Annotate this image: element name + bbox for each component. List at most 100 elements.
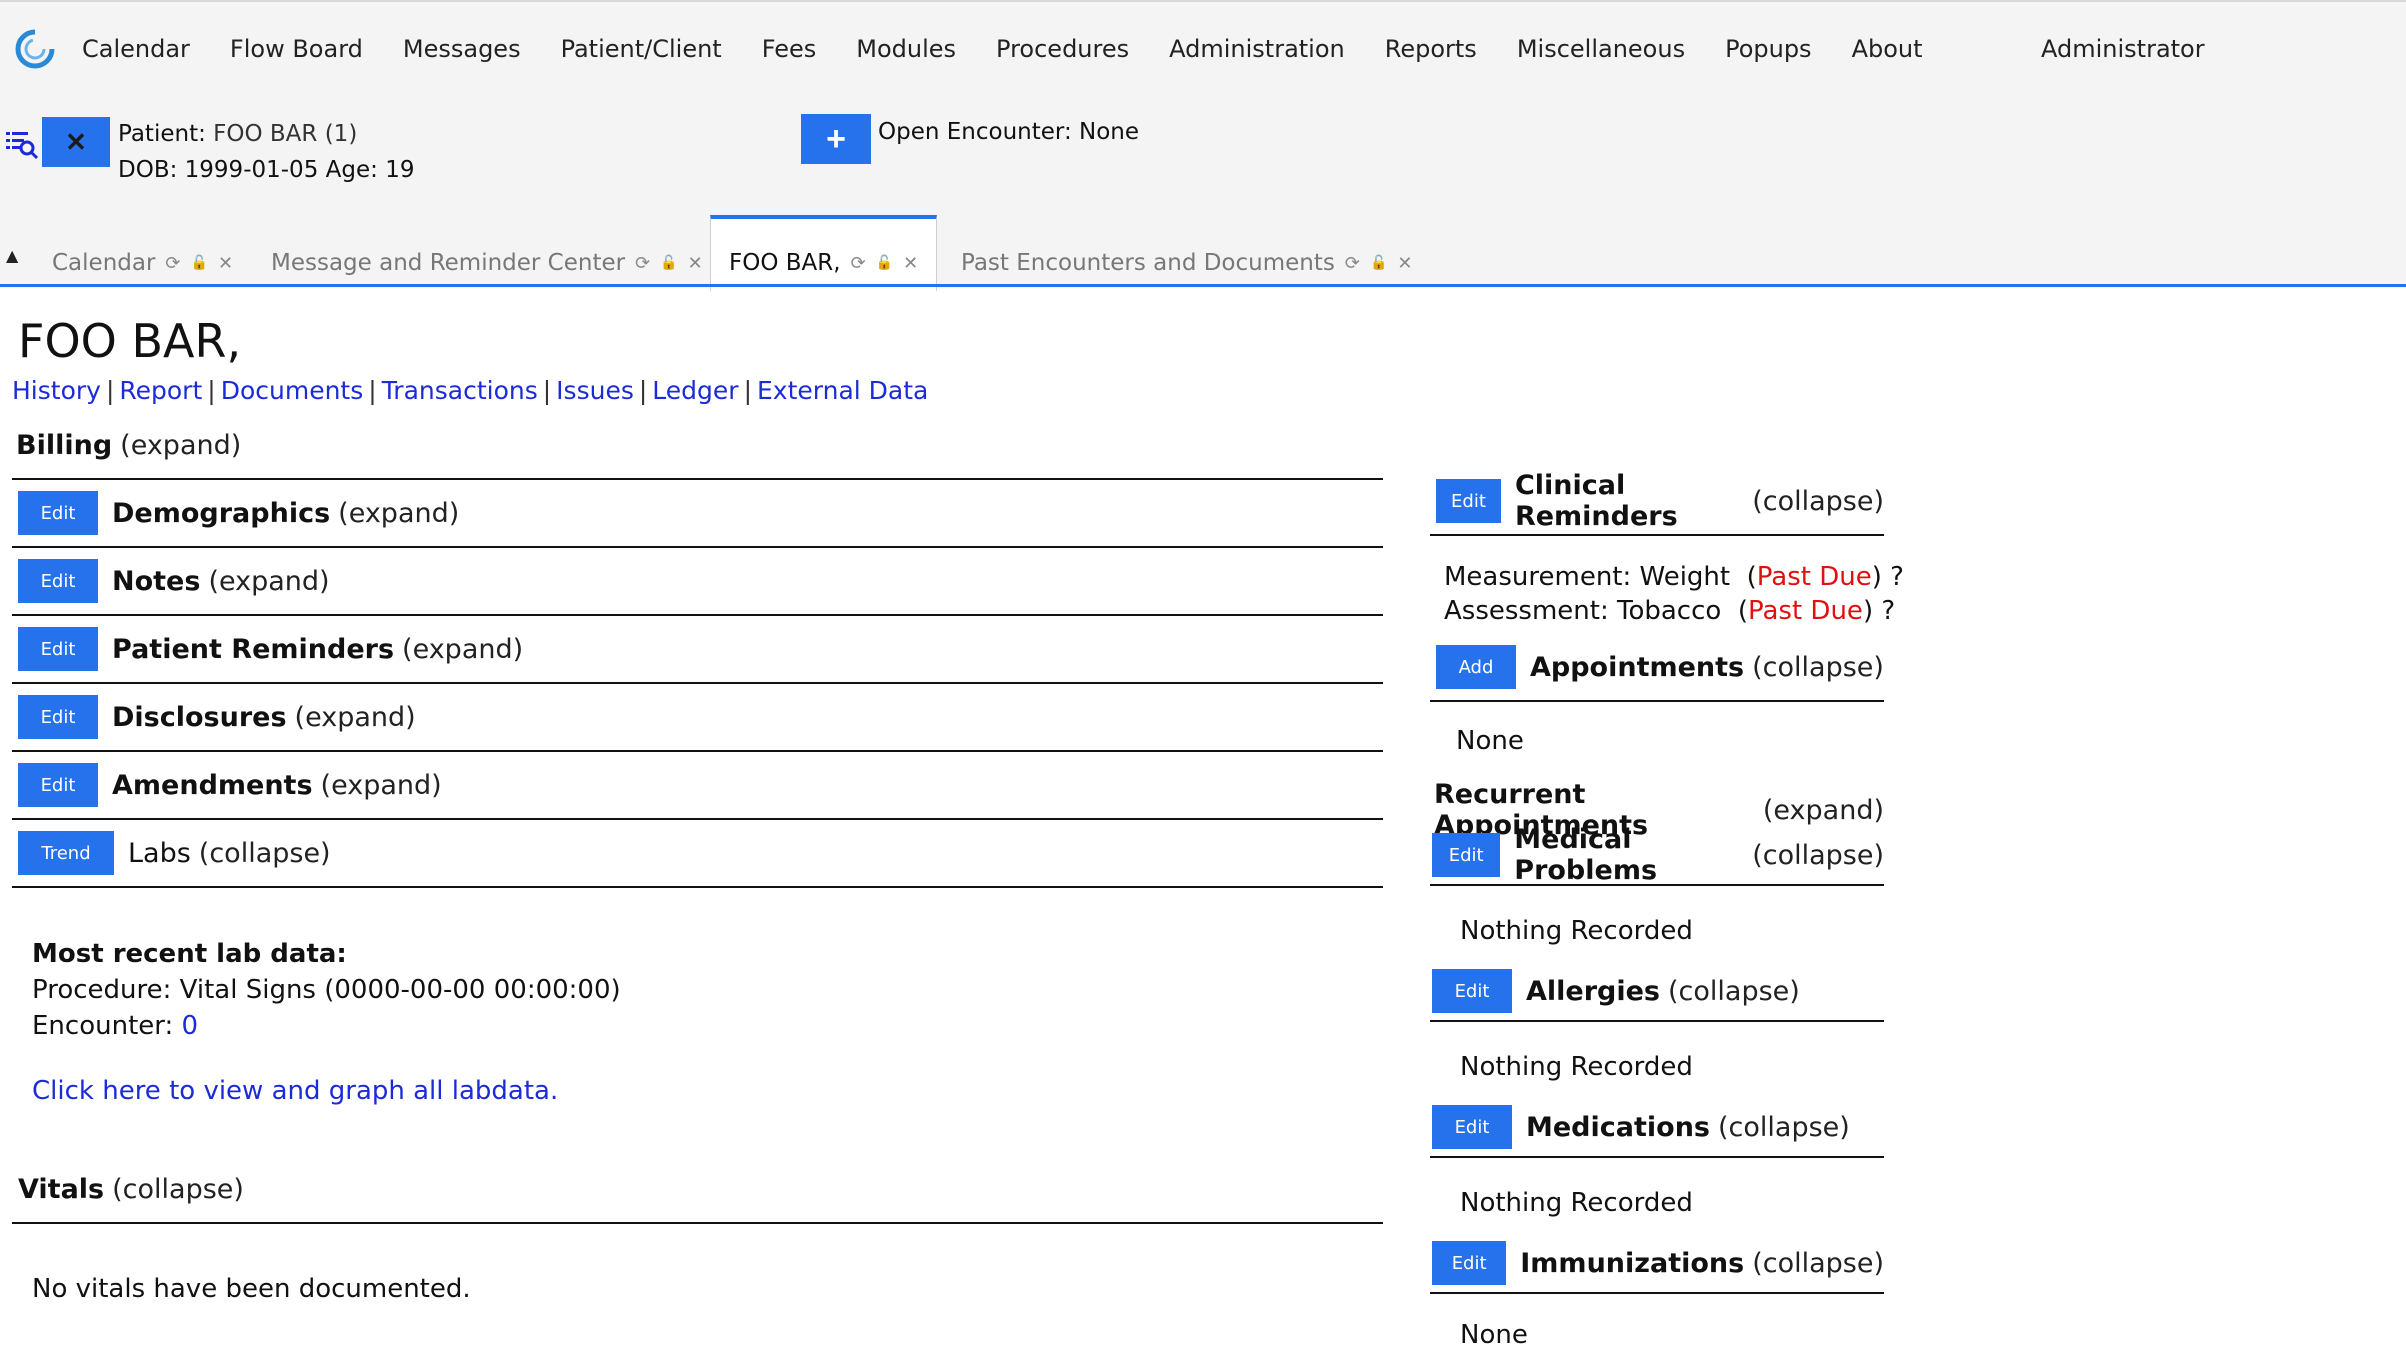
menu-popups[interactable]: Popups	[1725, 32, 1811, 66]
tab-patient-foo-bar[interactable]: FOO BAR, ⟳ 🔓 ✕	[710, 215, 938, 291]
demographics-edit-button[interactable]: Edit	[18, 491, 98, 535]
appointments-add-button[interactable]: Add	[1436, 645, 1516, 689]
expand-toggle[interactable]: (expand)	[120, 430, 241, 461]
patient-name[interactable]: FOO BAR (1)	[213, 121, 357, 147]
past-due-link[interactable]: Past Due	[1757, 562, 1872, 592]
expand-toggle[interactable]: (expand)	[295, 702, 416, 733]
new-encounter-button[interactable]: +	[801, 114, 871, 164]
section-title: Clinical Reminders	[1514, 470, 1678, 532]
refresh-icon[interactable]: ⟳	[851, 253, 866, 274]
user-menu[interactable]: Administrator	[2041, 32, 2205, 66]
section-title: Vitals	[18, 1173, 105, 1205]
link-history[interactable]: History	[12, 376, 101, 405]
allergies-edit-button[interactable]: Edit	[1432, 969, 1512, 1013]
collapse-tabs-icon[interactable]: ▲	[6, 246, 18, 265]
unlock-icon[interactable]: 🔓	[1370, 255, 1387, 271]
medications-edit-button[interactable]: Edit	[1432, 1105, 1512, 1149]
collapse-toggle[interactable]: (collapse)	[1752, 1248, 1884, 1279]
section-title: Medications	[1526, 1111, 1710, 1143]
close-tab-icon[interactable]: ✕	[218, 253, 233, 274]
page-title: FOO BAR,	[18, 314, 242, 368]
refresh-icon[interactable]: ⟳	[165, 253, 180, 274]
menu-about[interactable]: About	[1852, 32, 1923, 66]
menu-flow-board[interactable]: Flow Board	[230, 32, 363, 66]
open-encounter-value: None	[1079, 119, 1140, 145]
menu-messages[interactable]: Messages	[403, 32, 521, 66]
clinical-reminder-list: Measurement: Weight (Past Due) ? Assessm…	[1444, 560, 1904, 628]
medical-problems-edit-button[interactable]: Edit	[1432, 833, 1501, 877]
link-issues[interactable]: Issues	[556, 376, 634, 405]
menu-fees[interactable]: Fees	[762, 32, 817, 66]
unlock-icon[interactable]: 🔓	[660, 255, 677, 271]
tab-calendar[interactable]: Calendar ⟳ 🔓 ✕	[52, 238, 233, 288]
menu-modules[interactable]: Modules	[856, 32, 956, 66]
help-icon[interactable]: ?	[1890, 562, 1904, 592]
clinical-reminder-item: Measurement: Weight (Past Due) ?	[1444, 562, 1904, 592]
close-patient-button[interactable]: ✕	[42, 117, 110, 167]
collapse-toggle[interactable]: (collapse)	[1668, 976, 1800, 1007]
expand-toggle[interactable]: (expand)	[1763, 795, 1884, 826]
section-patient-reminders: Edit Patient Reminders (expand)	[12, 616, 1383, 684]
amendments-edit-button[interactable]: Edit	[18, 763, 98, 807]
patient-label: Patient:	[118, 121, 206, 147]
past-due-link[interactable]: Past Due	[1748, 596, 1863, 626]
expand-toggle[interactable]: (expand)	[338, 498, 459, 529]
immunizations-edit-button[interactable]: Edit	[1432, 1241, 1507, 1285]
link-external-data[interactable]: External Data	[757, 376, 928, 405]
lab-encounter-link[interactable]: 0	[182, 1011, 199, 1041]
collapse-toggle[interactable]: (collapse)	[112, 1174, 244, 1205]
patient-search-icon[interactable]	[6, 128, 38, 160]
unlock-icon[interactable]: 🔓	[191, 255, 208, 271]
section-amendments: Edit Amendments (expand)	[12, 752, 1383, 820]
tab-past-encounters-documents[interactable]: Past Encounters and Documents ⟳ 🔓 ✕	[961, 238, 1413, 288]
close-tab-icon[interactable]: ✕	[1397, 253, 1412, 274]
section-disclosures: Edit Disclosures (expand)	[12, 684, 1383, 752]
age-label: Age:	[325, 157, 378, 183]
close-tab-icon[interactable]: ✕	[688, 253, 703, 274]
collapse-toggle[interactable]: (collapse)	[1752, 840, 1884, 871]
top-navigation-bar: Calendar Flow Board Messages Patient/Cli…	[0, 0, 2406, 291]
plus-icon: +	[826, 119, 846, 158]
patient-reminders-edit-button[interactable]: Edit	[18, 627, 98, 671]
refresh-icon[interactable]: ⟳	[635, 253, 650, 274]
immunizations-value: None	[1460, 1320, 1528, 1350]
help-icon[interactable]: ?	[1881, 596, 1895, 626]
notes-edit-button[interactable]: Edit	[18, 559, 98, 603]
refresh-icon[interactable]: ⟳	[1345, 253, 1360, 274]
collapse-toggle[interactable]: (collapse)	[199, 838, 331, 869]
tab-label: Message and Reminder Center	[271, 250, 626, 276]
tab-label: Calendar	[52, 250, 156, 276]
section-title: Demographics	[112, 497, 331, 529]
section-title: Allergies	[1526, 975, 1660, 1007]
menu-patient-client[interactable]: Patient/Client	[561, 32, 722, 66]
link-transactions[interactable]: Transactions	[382, 376, 538, 405]
link-ledger[interactable]: Ledger	[652, 376, 738, 405]
disclosures-edit-button[interactable]: Edit	[18, 695, 98, 739]
menu-administration[interactable]: Administration	[1169, 32, 1345, 66]
section-immunizations: Edit Immunizations (collapse)	[1430, 1234, 1884, 1294]
unlock-icon[interactable]: 🔓	[876, 255, 893, 271]
link-documents[interactable]: Documents	[221, 376, 364, 405]
tab-message-reminder-center[interactable]: Message and Reminder Center ⟳ 🔓 ✕	[271, 238, 703, 288]
menu-reports[interactable]: Reports	[1385, 32, 1477, 66]
age-value: 19	[385, 157, 415, 183]
collapse-toggle[interactable]: (collapse)	[1718, 1112, 1850, 1143]
link-report[interactable]: Report	[119, 376, 202, 405]
section-allergies: Edit Allergies (collapse)	[1430, 962, 1884, 1022]
lab-summary: Most recent lab data: Procedure: Vital S…	[32, 936, 621, 1044]
clinical-reminders-edit-button[interactable]: Edit	[1436, 479, 1501, 523]
view-graph-labdata-link[interactable]: Click here to view and graph all labdata…	[32, 1076, 558, 1106]
collapse-toggle[interactable]: (collapse)	[1752, 486, 1884, 517]
openemr-logo-icon[interactable]	[12, 26, 58, 72]
close-tab-icon[interactable]: ✕	[903, 253, 918, 274]
menu-procedures[interactable]: Procedures	[996, 32, 1129, 66]
menu-miscellaneous[interactable]: Miscellaneous	[1517, 32, 1685, 66]
section-billing: Billing (expand)	[12, 412, 1383, 480]
collapse-toggle[interactable]: (collapse)	[1752, 652, 1884, 683]
labs-trend-button[interactable]: Trend	[18, 831, 114, 875]
expand-toggle[interactable]: (expand)	[321, 770, 442, 801]
section-title: Patient Reminders	[112, 633, 395, 665]
menu-calendar[interactable]: Calendar	[82, 32, 190, 66]
expand-toggle[interactable]: (expand)	[402, 634, 523, 665]
expand-toggle[interactable]: (expand)	[208, 566, 329, 597]
